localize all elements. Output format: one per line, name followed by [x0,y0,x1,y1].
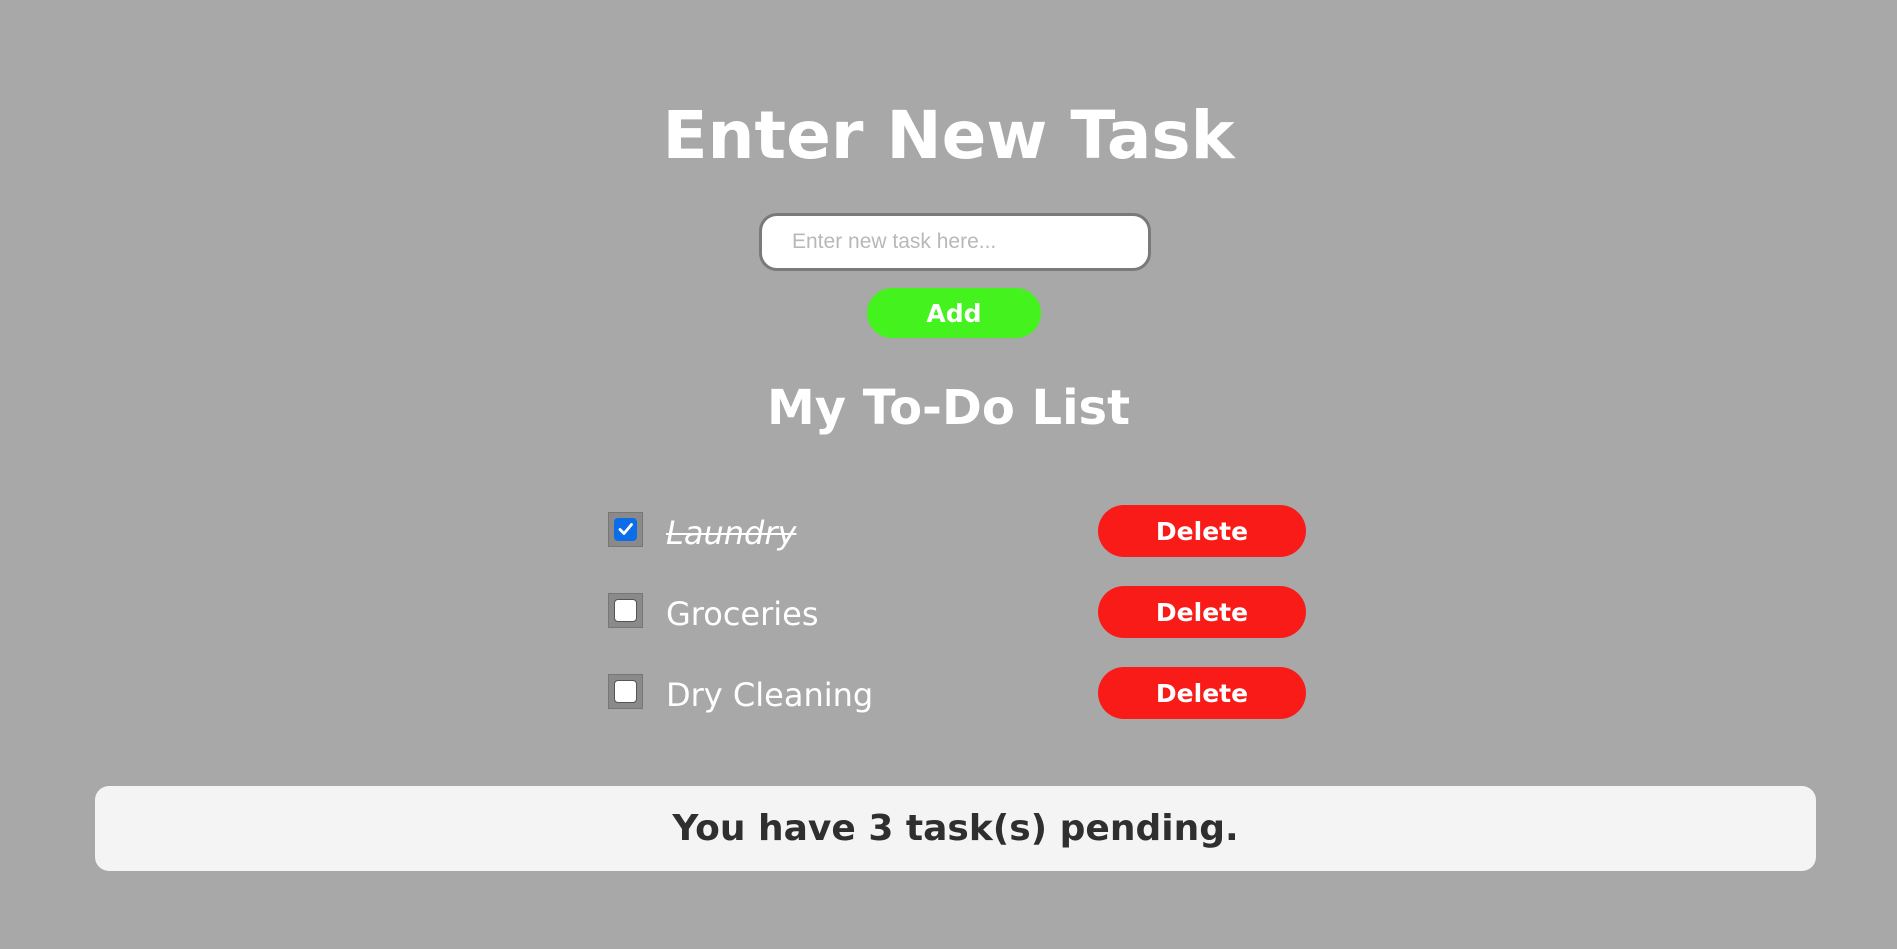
todo-app: Enter New Task Add My To-Do List Laundry… [0,0,1897,949]
page-title: Enter New Task [662,97,1235,174]
pending-count-text: You have 3 task(s) pending. [672,808,1239,849]
checkbox-box[interactable] [614,680,637,703]
checkbox-box[interactable] [614,518,637,541]
list-item-groceries: Groceries Delete [608,586,1306,638]
task-label: Groceries [666,595,819,633]
task-checkbox-dry-cleaning[interactable] [608,674,643,709]
delete-button[interactable]: Delete [1098,586,1306,638]
status-bar: You have 3 task(s) pending. [95,786,1816,871]
checkbox-box[interactable] [614,599,637,622]
list-title: My To-Do List [766,380,1131,436]
task-checkbox-groceries[interactable] [608,593,643,628]
task-label: Laundry [666,514,797,552]
add-button[interactable]: Add [867,288,1041,338]
task-label: Dry Cleaning [666,676,874,714]
delete-button[interactable]: Delete [1098,667,1306,719]
checkmark-icon [618,523,633,535]
delete-button[interactable]: Delete [1098,505,1306,557]
list-item-dry-cleaning: Dry Cleaning Delete [608,667,1306,719]
task-checkbox-laundry[interactable] [608,512,643,547]
new-task-input[interactable] [759,213,1151,271]
list-item-laundry: Laundry Delete [608,505,1306,557]
